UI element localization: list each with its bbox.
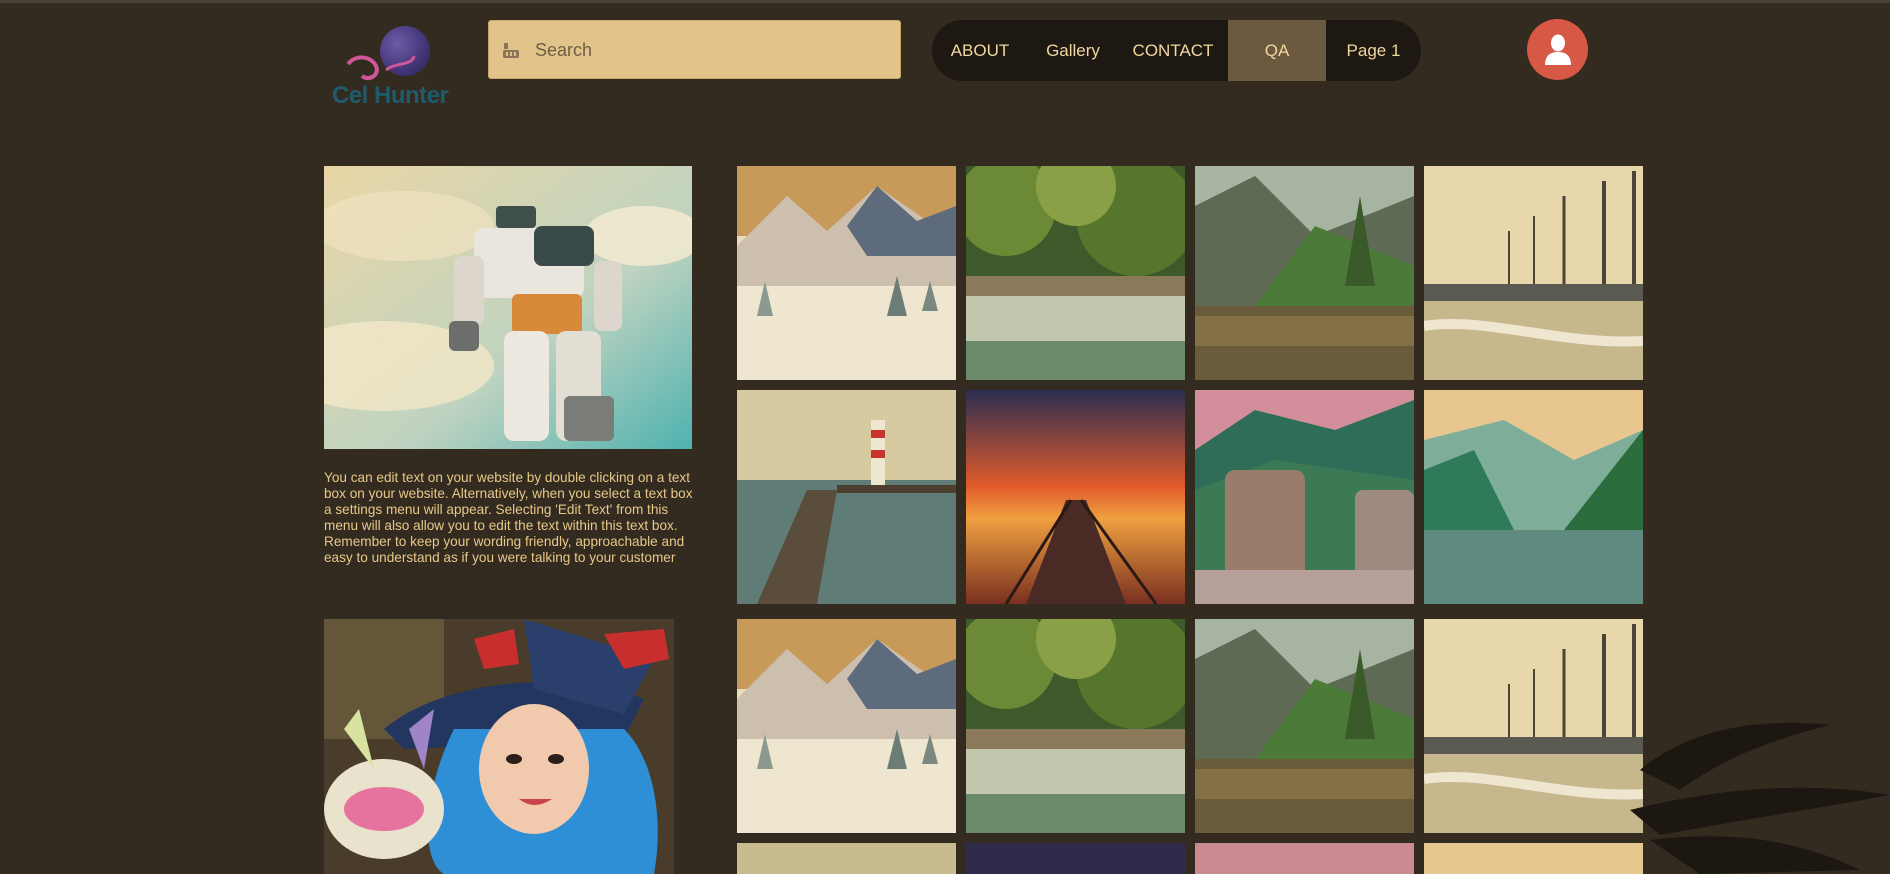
user-avatar-button[interactable] (1527, 19, 1588, 80)
site-logo[interactable]: Cel Hunter (330, 22, 462, 114)
feature-caption: You can edit text on your website by dou… (324, 470, 693, 565)
gallery-tile-lighthouse-pier[interactable] (737, 843, 956, 874)
gallery-tile-rock-valley[interactable] (1195, 843, 1414, 874)
user-icon (1544, 34, 1571, 65)
gallery-tile-mountain-lake[interactable] (1195, 619, 1414, 833)
gallery-tile-sunset-pier[interactable] (966, 843, 1185, 874)
gallery-tile-forest-waterfall[interactable] (966, 166, 1185, 380)
gallery-tile-snowy-mountain[interactable] (737, 166, 956, 380)
nav-qa-active[interactable]: QA (1228, 20, 1326, 81)
youtube-icon (503, 43, 519, 58)
nav-about[interactable]: ABOUT (932, 20, 1028, 81)
nav-page-1[interactable]: Page 1 (1326, 20, 1421, 81)
gallery-tile-lighthouse-pier[interactable] (737, 390, 956, 604)
gallery-tile-sunset-pier[interactable] (966, 390, 1185, 604)
search-bar[interactable] (488, 20, 901, 80)
gallery-tile-bare-trees-field[interactable] (1424, 166, 1643, 380)
gallery-tile-bare-trees-field[interactable] (1424, 619, 1643, 833)
gallery-tile-mountain-lake[interactable] (1195, 166, 1414, 380)
gallery-tile-misty-river[interactable] (1424, 390, 1643, 604)
gallery-tile-snowy-mountain[interactable] (737, 619, 956, 833)
main-nav: ABOUT Gallery CONTACT QA Page 1 (932, 20, 1421, 81)
gallery-tile-misty-river[interactable] (1424, 843, 1643, 874)
nav-gallery[interactable]: Gallery (1028, 20, 1118, 81)
search-input[interactable] (533, 21, 887, 80)
logo-text: Cel Hunter (332, 82, 449, 109)
featured-image-robot[interactable] (324, 166, 692, 449)
gallery-tile-rock-valley[interactable] (1195, 390, 1414, 604)
decorative-plant-icon (1630, 722, 1890, 874)
featured-image-cosplay[interactable] (324, 619, 674, 874)
top-border (0, 0, 1890, 3)
gallery-tile-forest-waterfall[interactable] (966, 619, 1185, 833)
nav-contact[interactable]: CONTACT (1118, 20, 1228, 81)
